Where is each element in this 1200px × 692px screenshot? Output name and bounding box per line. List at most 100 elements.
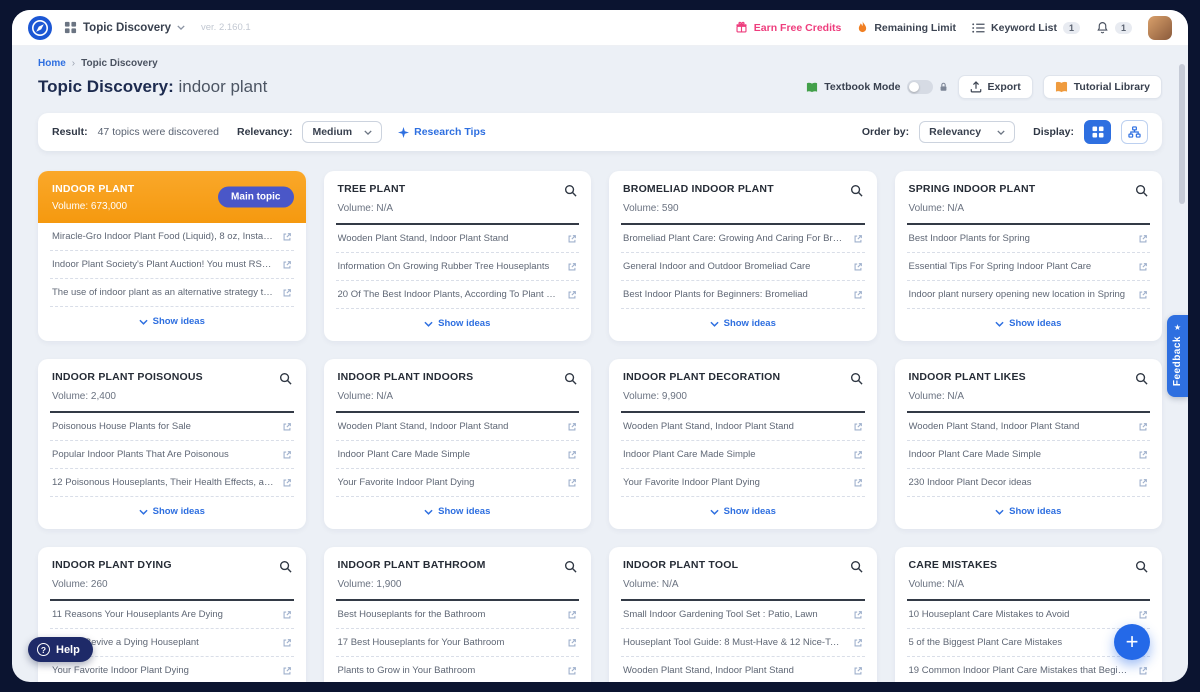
search-icon[interactable]	[564, 560, 577, 573]
topic-item[interactable]: Miracle-Gro Indoor Plant Food (Liquid), …	[50, 223, 294, 251]
search-icon[interactable]	[564, 372, 577, 385]
search-icon[interactable]	[1135, 184, 1148, 197]
tree-view-button[interactable]	[1121, 120, 1148, 144]
scrollbar[interactable]	[1179, 64, 1185, 204]
external-link-icon[interactable]	[1138, 610, 1148, 620]
external-link-icon[interactable]	[282, 478, 292, 488]
topic-item[interactable]: Your Favorite Indoor Plant Dying	[621, 469, 865, 497]
add-topic-fab[interactable]: +	[1114, 624, 1150, 660]
tutorial-library-button[interactable]: Tutorial Library	[1043, 75, 1162, 99]
grid-view-button[interactable]	[1084, 120, 1111, 144]
external-link-icon[interactable]	[567, 234, 577, 244]
topic-item[interactable]: Indoor Plant Care Made Simple	[336, 441, 580, 469]
external-link-icon[interactable]	[282, 422, 292, 432]
topic-item[interactable]: Information On Growing Rubber Tree House…	[336, 253, 580, 281]
search-icon[interactable]	[279, 560, 292, 573]
external-link-icon[interactable]	[567, 422, 577, 432]
topic-item[interactable]: Wooden Plant Stand, Indoor Plant Stand	[336, 225, 580, 253]
external-link-icon[interactable]	[853, 262, 863, 272]
show-ideas-link[interactable]: Show ideas	[38, 316, 306, 331]
user-avatar[interactable]	[1148, 16, 1172, 40]
external-link-icon[interactable]	[1138, 450, 1148, 460]
show-ideas-link[interactable]: Show ideas	[609, 506, 877, 521]
topic-item[interactable]: 230 Indoor Plant Decor ideas	[907, 469, 1151, 497]
topic-item[interactable]: Best Indoor Plants for Spring	[907, 225, 1151, 253]
external-link-icon[interactable]	[1138, 234, 1148, 244]
help-button[interactable]: ? Help	[28, 637, 93, 662]
relevancy-select[interactable]: Medium	[302, 121, 382, 143]
topic-item[interactable]: Bromeliad Plant Care: Growing And Caring…	[621, 225, 865, 253]
external-link-icon[interactable]	[1138, 666, 1148, 676]
breadcrumb-home-link[interactable]: Home	[38, 58, 66, 69]
external-link-icon[interactable]	[282, 638, 292, 648]
topic-item[interactable]: Houseplant Tool Guide: 8 Must-Have & 12 …	[621, 629, 865, 657]
topic-item[interactable]: Plants to Grow in Your Bathroom	[336, 657, 580, 682]
topic-item[interactable]: 19 Common Indoor Plant Care Mistakes tha…	[907, 657, 1151, 682]
keyword-list-link[interactable]: Keyword List 1	[972, 22, 1080, 34]
show-ideas-link[interactable]: Show ideas	[895, 318, 1163, 333]
external-link-icon[interactable]	[282, 232, 292, 242]
search-icon[interactable]	[1135, 560, 1148, 573]
feedback-tab[interactable]: ★ Feedback	[1167, 315, 1188, 397]
show-ideas-link[interactable]: Show ideas	[895, 506, 1163, 521]
topic-item[interactable]: Indoor plant nursery opening new locatio…	[907, 281, 1151, 309]
topic-item[interactable]: Best Houseplants for the Bathroom	[336, 601, 580, 629]
external-link-icon[interactable]	[282, 610, 292, 620]
topic-item[interactable]: Essential Tips For Spring Indoor Plant C…	[907, 253, 1151, 281]
external-link-icon[interactable]	[567, 478, 577, 488]
notifications-button[interactable]: 1	[1096, 21, 1132, 34]
topic-item[interactable]: Poisonous House Plants for Sale	[50, 413, 294, 441]
external-link-icon[interactable]	[853, 290, 863, 300]
external-link-icon[interactable]	[282, 666, 292, 676]
topic-item[interactable]: Small Indoor Gardening Tool Set : Patio,…	[621, 601, 865, 629]
show-ideas-link[interactable]: Show ideas	[324, 506, 592, 521]
topic-item[interactable]: The use of indoor plant as an alternativ…	[50, 279, 294, 307]
external-link-icon[interactable]	[567, 290, 577, 300]
topic-item[interactable]: Your Favorite Indoor Plant Dying	[336, 469, 580, 497]
topic-item[interactable]: Wooden Plant Stand, Indoor Plant Stand	[621, 657, 865, 682]
topic-item[interactable]: Your Favorite Indoor Plant Dying	[50, 657, 294, 682]
topic-item[interactable]: 12 Poisonous Houseplants, Their Health E…	[50, 469, 294, 497]
topic-item[interactable]: Indoor Plant Society's Plant Auction! Yo…	[50, 251, 294, 279]
topic-item[interactable]: General Indoor and Outdoor Bromeliad Car…	[621, 253, 865, 281]
export-button[interactable]: Export	[958, 75, 1033, 99]
external-link-icon[interactable]	[1138, 422, 1148, 432]
topic-item[interactable]: Popular Indoor Plants That Are Poisonous	[50, 441, 294, 469]
show-ideas-link[interactable]: Show ideas	[38, 506, 306, 521]
external-link-icon[interactable]	[853, 234, 863, 244]
topic-item[interactable]: Indoor Plant Care Made Simple	[621, 441, 865, 469]
external-link-icon[interactable]	[567, 666, 577, 676]
topic-item[interactable]: Best Indoor Plants for Beginners: Bromel…	[621, 281, 865, 309]
search-icon[interactable]	[279, 372, 292, 385]
search-icon[interactable]	[564, 184, 577, 197]
search-icon[interactable]	[850, 560, 863, 573]
research-tips-link[interactable]: Research Tips	[398, 126, 486, 138]
external-link-icon[interactable]	[853, 450, 863, 460]
external-link-icon[interactable]	[282, 450, 292, 460]
external-link-icon[interactable]	[853, 666, 863, 676]
external-link-icon[interactable]	[853, 610, 863, 620]
external-link-icon[interactable]	[1138, 290, 1148, 300]
topic-item[interactable]: 20 Of The Best Indoor Plants, According …	[336, 281, 580, 309]
external-link-icon[interactable]	[282, 288, 292, 298]
external-link-icon[interactable]	[567, 262, 577, 272]
external-link-icon[interactable]	[1138, 478, 1148, 488]
show-ideas-link[interactable]: Show ideas	[324, 318, 592, 333]
search-icon[interactable]	[1135, 372, 1148, 385]
external-link-icon[interactable]	[1138, 262, 1148, 272]
earn-free-credits-link[interactable]: Earn Free Credits	[735, 21, 842, 34]
show-ideas-link[interactable]: Show ideas	[609, 318, 877, 333]
app-logo[interactable]	[28, 16, 52, 40]
topic-item[interactable]: 11 Reasons Your Houseplants Are Dying	[50, 601, 294, 629]
topic-item[interactable]: 17 Best Houseplants for Your Bathroom	[336, 629, 580, 657]
topic-item[interactable]: 10 Houseplant Care Mistakes to Avoid	[907, 601, 1151, 629]
external-link-icon[interactable]	[853, 638, 863, 648]
external-link-icon[interactable]	[853, 478, 863, 488]
topic-item[interactable]: Wooden Plant Stand, Indoor Plant Stand	[621, 413, 865, 441]
external-link-icon[interactable]	[282, 260, 292, 270]
order-by-select[interactable]: Relevancy	[919, 121, 1015, 143]
external-link-icon[interactable]	[567, 450, 577, 460]
remaining-limit-link[interactable]: Remaining Limit	[857, 21, 956, 34]
external-link-icon[interactable]	[853, 422, 863, 432]
textbook-mode-toggle[interactable]	[907, 80, 933, 94]
